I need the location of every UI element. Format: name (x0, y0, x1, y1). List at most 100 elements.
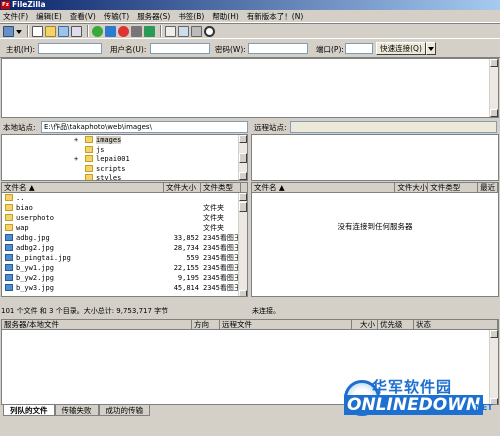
column-priority[interactable]: 优先级 (378, 320, 414, 329)
filter-icon[interactable] (165, 25, 176, 37)
toggle-local-tree-icon[interactable] (45, 25, 56, 37)
tree-item[interactable]: styles (74, 174, 130, 180)
tree-item[interactable]: + images (74, 136, 130, 146)
compare-icon[interactable] (178, 25, 189, 37)
menu-bookmarks[interactable]: 书签(B) (178, 10, 204, 23)
file-row[interactable]: adbg2.jpg 28,734 2345看图王 (2, 243, 247, 253)
username-input[interactable] (150, 43, 210, 54)
password-input[interactable] (248, 43, 308, 54)
file-row[interactable]: wap 文件夹 (2, 223, 247, 233)
scroll-down-icon[interactable] (490, 109, 498, 117)
host-label: 主机(H): (6, 45, 36, 54)
column-filesize[interactable]: 文件大小 (395, 183, 429, 192)
folder-icon (85, 155, 93, 162)
title-bar: Fz FileZilla (0, 0, 500, 10)
queue-tabs: 列队的文件 传输失败 成功的传输 (3, 405, 150, 416)
window-title: FileZilla (12, 0, 46, 9)
quickconnect-dropdown[interactable] (426, 42, 436, 55)
scroll-up-icon[interactable] (490, 59, 498, 67)
local-path-input[interactable]: E:\作品\takaphoto\web\images\ (41, 121, 248, 133)
local-status: 101 个文件 和 3 个目录。大小总计: 9,753,717 字节 (1, 307, 169, 315)
menu-new-version[interactable]: 有新版本了！(N) (247, 10, 303, 23)
remote-site-label: 远程站点: (254, 123, 287, 132)
toggle-remote-tree-icon[interactable] (58, 25, 69, 37)
port-input[interactable] (345, 43, 373, 54)
column-filetype[interactable]: 文件类型 (201, 183, 241, 192)
scroll-up-icon[interactable] (239, 135, 247, 143)
menu-view[interactable]: 查看(V) (70, 10, 96, 23)
message-log[interactable] (1, 58, 499, 118)
menu-transfer[interactable]: 传输(T) (104, 10, 129, 23)
column-remote-file[interactable]: 远程文件 (220, 320, 352, 329)
file-row[interactable]: userphoto 文件夹 (2, 213, 247, 223)
column-filesize[interactable]: 文件大小 (164, 183, 201, 192)
toggle-log-icon[interactable] (32, 25, 43, 37)
column-filename[interactable]: 文件名 ▲ (2, 183, 164, 192)
dropdown-arrow-icon[interactable] (16, 30, 22, 34)
file-row[interactable]: b_yw3.jpg 45,814 2345看图王 (2, 283, 247, 293)
column-size[interactable]: 大小 (352, 320, 378, 329)
menu-bar: 文件(F) 编辑(E) 查看(V) 传输(T) 服务器(S) 书签(B) 帮助(… (0, 10, 500, 23)
file-row[interactable]: b_yw2.jpg 9,195 2345看图王 (2, 273, 247, 283)
reconnect-icon[interactable] (144, 25, 155, 37)
scroll-down-icon[interactable] (239, 172, 247, 180)
remote-path-input[interactable] (290, 121, 497, 133)
local-directory-tree[interactable]: + images js + lepai001 scripts styles (1, 134, 248, 181)
local-file-list[interactable]: 文件名 ▲ 文件大小 文件类型 .. biao 文件夹 userphoto 文件夹 … (1, 182, 248, 297)
file-row[interactable]: adbg.jpg 33,852 2345看图王 (2, 233, 247, 243)
column-status[interactable]: 状态 (414, 320, 498, 329)
disconnect-icon[interactable] (131, 25, 142, 37)
scroll-thumb[interactable] (239, 153, 247, 163)
remote-empty-message: 没有连接到任何服务器 (337, 222, 413, 231)
tree-scrollbar[interactable] (238, 135, 247, 180)
scroll-up-icon[interactable] (239, 193, 247, 201)
column-filetype[interactable]: 文件类型 (428, 183, 479, 192)
image-file-icon (5, 244, 13, 251)
file-row[interactable]: biao 文件夹 (2, 203, 247, 213)
log-scrollbar[interactable] (489, 59, 498, 117)
search-icon[interactable] (204, 25, 215, 37)
menu-server[interactable]: 服务器(S) (137, 10, 170, 23)
scroll-thumb[interactable] (239, 202, 247, 212)
quickconnect-button[interactable]: 快速连接(Q) (376, 42, 426, 55)
app-icon: Fz (1, 1, 10, 9)
local-file-header: 文件名 ▲ 文件大小 文件类型 (2, 183, 247, 193)
folder-icon (85, 174, 93, 180)
file-row[interactable]: b_pingtai.jpg 559 2345看图王 (2, 253, 247, 263)
file-row[interactable]: b_yw1.jpg 22,155 2345看图王 (2, 263, 247, 273)
column-filename[interactable]: 文件名 ▲ (252, 183, 396, 192)
folder-icon (5, 224, 13, 231)
watermark-logo: 华军软件园 ONLINEDOWN .NET (344, 376, 498, 422)
scroll-up-icon[interactable] (490, 330, 498, 338)
cancel-icon[interactable] (118, 25, 129, 37)
tab-queued-files[interactable]: 列队的文件 (3, 405, 55, 416)
file-row[interactable]: .. (2, 193, 247, 203)
menu-edit[interactable]: 编辑(E) (36, 10, 62, 23)
image-file-icon (5, 234, 13, 241)
column-local-file[interactable]: 服务器/本地文件 (2, 320, 192, 329)
refresh-icon[interactable] (92, 25, 103, 37)
remote-directory-tree[interactable] (251, 134, 499, 181)
folder-icon (85, 145, 93, 153)
remote-status: 未连接。 (252, 307, 280, 315)
host-input[interactable] (38, 43, 102, 54)
tree-item[interactable]: + lepai001 (74, 155, 130, 165)
tab-successful-transfers[interactable]: 成功的传输 (98, 405, 150, 416)
sync-browse-icon[interactable] (191, 25, 202, 37)
remote-file-list[interactable]: 文件名 ▲ 文件大小 文件类型 最近 没有连接到任何服务器 (251, 182, 499, 297)
scroll-down-icon[interactable] (239, 290, 247, 296)
quickconnect-bar: 主机(H): 用户名(U): 密码(W): 端口(P): 快速连接(Q) (0, 40, 500, 58)
process-queue-icon[interactable] (105, 25, 116, 37)
tab-failed-transfers[interactable]: 传输失败 (54, 405, 99, 416)
toggle-queue-icon[interactable] (71, 25, 82, 37)
menu-file[interactable]: 文件(F) (3, 10, 28, 23)
file-list-scrollbar[interactable] (238, 193, 247, 296)
column-modified[interactable]: 最近 (478, 183, 498, 192)
tree-item[interactable]: scripts (74, 164, 130, 175)
folder-icon (5, 204, 13, 211)
column-direction[interactable]: 方向 (192, 320, 220, 329)
site-manager-icon[interactable] (3, 25, 14, 37)
tree-item[interactable]: js (74, 145, 130, 156)
queue-header: 服务器/本地文件 方向 远程文件 大小 优先级 状态 (2, 320, 498, 330)
menu-help[interactable]: 帮助(H) (212, 10, 239, 23)
